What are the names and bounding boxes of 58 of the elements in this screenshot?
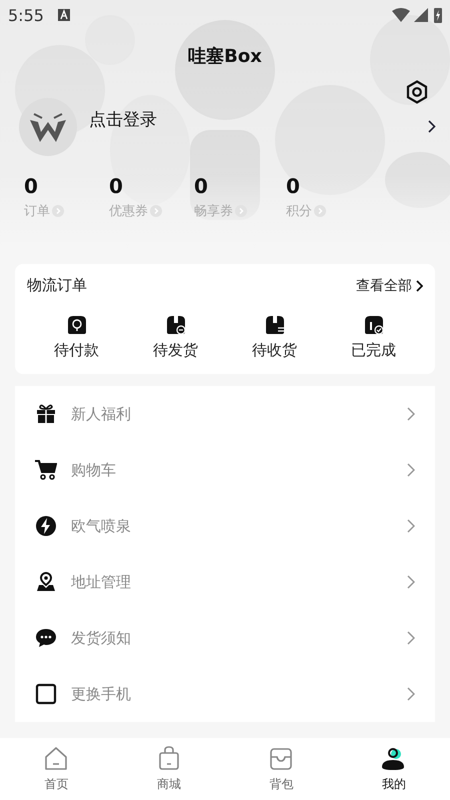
chevron-right-icon (407, 687, 415, 701)
user-icon (380, 746, 407, 772)
order-status-button[interactable]: 待发货 (136, 315, 216, 360)
battery-icon (434, 7, 442, 23)
menu-item[interactable]: 地址管理 (15, 554, 435, 610)
order-status-button[interactable]: 待收货 (234, 315, 314, 360)
settings-icon[interactable] (406, 80, 428, 104)
app-title: 哇塞Box (188, 45, 262, 68)
wifi-icon (392, 8, 410, 22)
stat-value: 0 (24, 174, 39, 198)
chat-bubble-icon (35, 627, 57, 649)
menu-label: 发货须知 (71, 628, 132, 648)
tab[interactable]: 商城 (112, 738, 225, 800)
tab[interactable]: 背包 (225, 738, 338, 800)
chevron-circle-icon[interactable] (150, 205, 162, 217)
cart-icon (35, 459, 57, 481)
square-icon (35, 683, 57, 705)
keyboard-icon (58, 9, 70, 21)
status-time: 5:55 (8, 6, 44, 24)
section-title: 物流订单 (27, 276, 87, 295)
login-link[interactable]: 点击登录 (89, 108, 428, 131)
chevron-right-icon (407, 463, 415, 477)
lightning-icon (35, 515, 57, 537)
signal-icon (414, 8, 428, 22)
chevron-right-icon (416, 280, 423, 292)
gift-icon (35, 403, 57, 425)
menu-item[interactable]: 购物车 (15, 442, 435, 498)
menu-label: 地址管理 (71, 572, 132, 592)
box-list-icon (264, 315, 284, 335)
chevron-right-icon (407, 519, 415, 533)
chevron-right-icon (407, 631, 415, 645)
menu-item[interactable]: 发货须知 (15, 610, 435, 666)
stat-value: 0 (109, 174, 124, 198)
chevron-right-icon[interactable] (428, 120, 436, 133)
view-all-link[interactable]: 查看全部 (356, 276, 423, 294)
chevron-right-icon (407, 407, 415, 421)
location-pin-icon (35, 571, 57, 593)
stat-value: 0 (194, 174, 209, 198)
menu-label: 购物车 (71, 460, 117, 480)
order-status-button[interactable]: 待付款 (36, 315, 116, 360)
chevron-right-icon (407, 575, 415, 589)
chevron-circle-icon[interactable] (52, 205, 64, 217)
box-check-icon (364, 315, 384, 335)
tab[interactable]: 我的 (338, 738, 450, 800)
menu-label: 更换手机 (71, 684, 132, 704)
menu-item[interactable]: 更换手机 (15, 666, 435, 722)
menu-label: 欧气喷泉 (71, 516, 132, 536)
box-minus-icon (166, 315, 186, 335)
house-icon (43, 746, 70, 772)
chevron-circle-icon[interactable] (235, 205, 247, 217)
tab[interactable]: 首页 (0, 738, 112, 800)
order-status-button[interactable]: 已完成 (334, 315, 414, 360)
stat-value: 0 (286, 174, 301, 198)
tray-icon (268, 746, 294, 772)
menu-item[interactable]: 新人福利 (15, 386, 435, 442)
chevron-circle-icon[interactable] (314, 205, 326, 217)
menu-label: 新人福利 (71, 404, 132, 424)
menu-item[interactable]: 欧气喷泉 (15, 498, 435, 554)
